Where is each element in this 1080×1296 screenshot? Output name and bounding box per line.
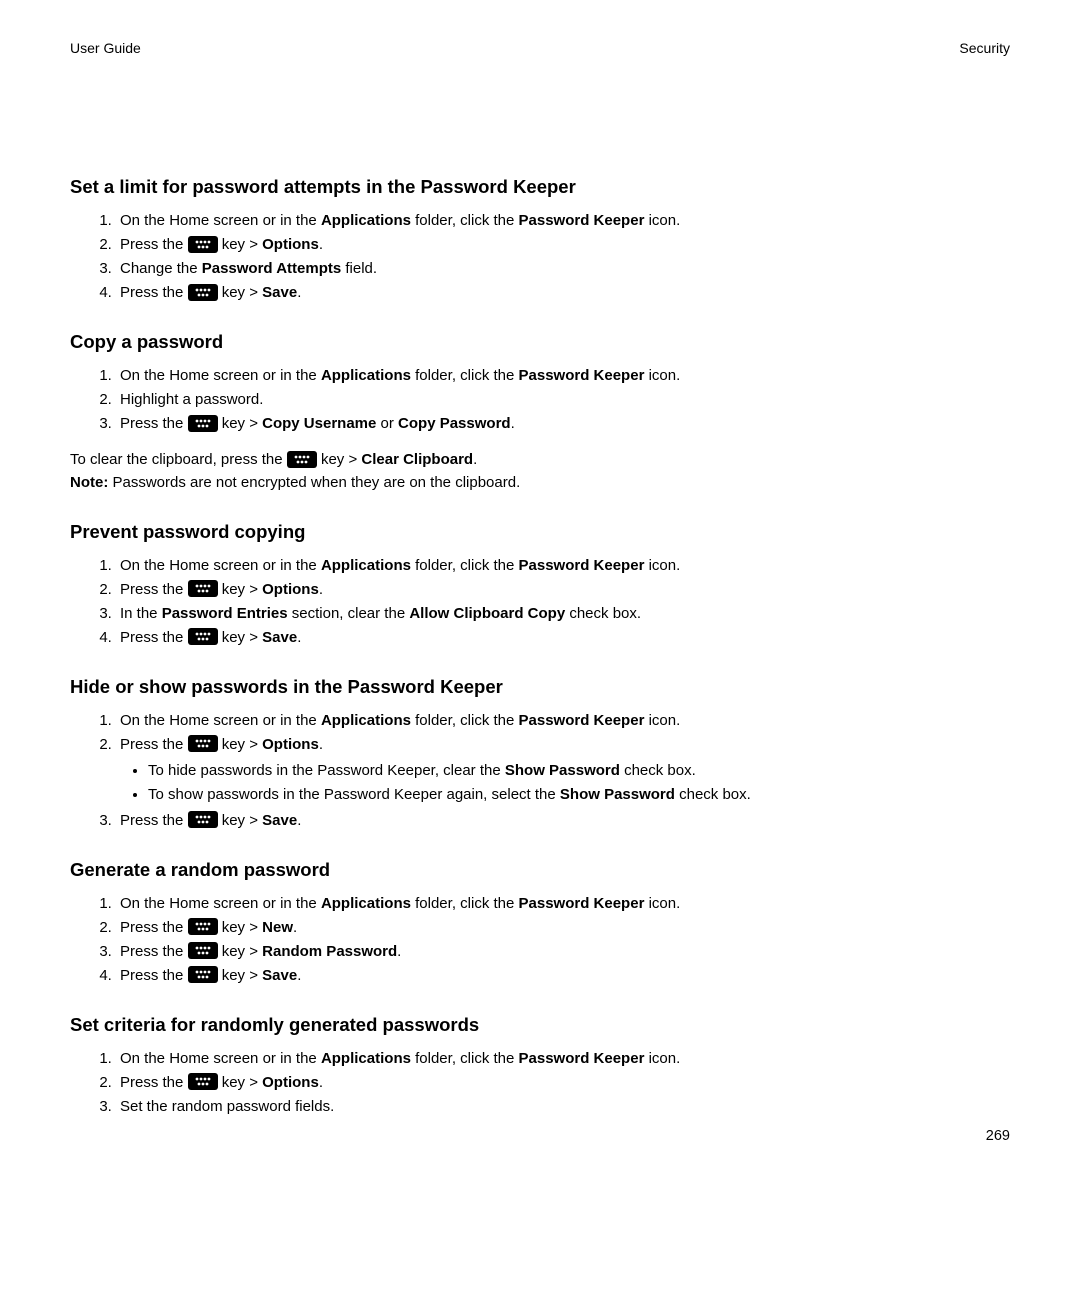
menu-key-icon [188, 966, 218, 983]
list-item: On the Home screen or in the Application… [116, 892, 1010, 916]
clipboard-clear-text: To clear the clipboard, press the key > … [70, 448, 1010, 471]
list-item: Set the random password fields. [116, 1095, 1010, 1119]
list-set-limit: On the Home screen or in the Application… [70, 209, 1010, 305]
header-right: Security [959, 40, 1010, 56]
list-item: Press the key > Save. [116, 281, 1010, 305]
list-generate-random: On the Home screen or in the Application… [70, 892, 1010, 988]
sublist: To hide passwords in the Password Keeper… [120, 759, 1010, 807]
heading-prevent-copying: Prevent password copying [70, 521, 1010, 543]
list-item: Press the key > Save. [116, 626, 1010, 650]
list-item: Press the key > Random Password. [116, 940, 1010, 964]
list-item: Press the key > Options. To hide passwor… [116, 733, 1010, 807]
list-hide-show: On the Home screen or in the Application… [70, 709, 1010, 833]
list-item: On the Home screen or in the Application… [116, 1047, 1010, 1071]
list-item: On the Home screen or in the Application… [116, 364, 1010, 388]
list-item: Change the Password Attempts field. [116, 257, 1010, 281]
list-item: Press the key > Save. [116, 964, 1010, 988]
menu-key-icon [188, 284, 218, 301]
menu-key-icon [188, 735, 218, 752]
list-item: Press the key > Options. [116, 233, 1010, 257]
heading-hide-show: Hide or show passwords in the Password K… [70, 676, 1010, 698]
list-item: Press the key > Options. [116, 578, 1010, 602]
menu-key-icon [287, 451, 317, 468]
list-copy-password: On the Home screen or in the Application… [70, 364, 1010, 436]
list-item: On the Home screen or in the Application… [116, 709, 1010, 733]
menu-key-icon [188, 811, 218, 828]
list-item: Press the key > Options. [116, 1071, 1010, 1095]
note-text: Note: Passwords are not encrypted when t… [70, 471, 1010, 494]
list-item: Highlight a password. [116, 388, 1010, 412]
heading-generate-random: Generate a random password [70, 859, 1010, 881]
menu-key-icon [188, 1073, 218, 1090]
menu-key-icon [188, 918, 218, 935]
list-item: Press the key > Copy Username or Copy Pa… [116, 412, 1010, 436]
page-header: User Guide Security [70, 40, 1010, 56]
menu-key-icon [188, 942, 218, 959]
list-set-criteria: On the Home screen or in the Application… [70, 1047, 1010, 1119]
menu-key-icon [188, 236, 218, 253]
sublist-item: To show passwords in the Password Keeper… [148, 783, 1010, 807]
list-item: On the Home screen or in the Application… [116, 209, 1010, 233]
heading-copy-password: Copy a password [70, 331, 1010, 353]
heading-set-criteria: Set criteria for randomly generated pass… [70, 1014, 1010, 1036]
list-item: In the Password Entries section, clear t… [116, 602, 1010, 626]
list-item: Press the key > Save. [116, 809, 1010, 833]
menu-key-icon [188, 628, 218, 645]
heading-set-limit: Set a limit for password attempts in the… [70, 176, 1010, 198]
header-left: User Guide [70, 40, 141, 56]
sublist-item: To hide passwords in the Password Keeper… [148, 759, 1010, 783]
list-prevent-copying: On the Home screen or in the Application… [70, 554, 1010, 650]
menu-key-icon [188, 580, 218, 597]
list-item: On the Home screen or in the Application… [116, 554, 1010, 578]
list-item: Press the key > New. [116, 916, 1010, 940]
page-number: 269 [986, 1128, 1010, 1144]
menu-key-icon [188, 415, 218, 432]
